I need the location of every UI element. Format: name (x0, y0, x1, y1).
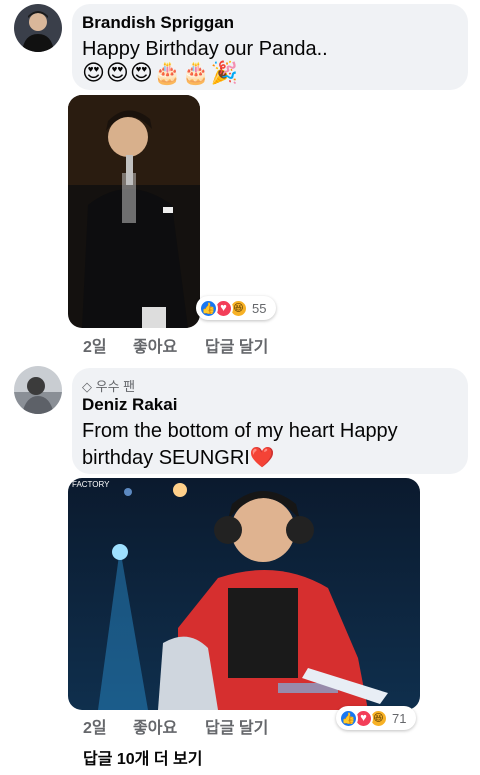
diamond-icon: ◇ (82, 379, 92, 394)
comment-text-line1: From the bottom of my heart Happy (82, 420, 398, 442)
comment-actions: 2일 좋아요 답글 달기 (83, 333, 343, 356)
comment-actions: 2일 좋아요 답글 달기 (83, 714, 343, 737)
avatar-brandish[interactable] (14, 4, 62, 52)
photo-watermark: FACTORY (72, 480, 110, 489)
heart-emoji: ❤️ (249, 447, 275, 469)
reaction-summary[interactable]: 👍 ♥ 😆 71 (336, 706, 416, 730)
comment-author[interactable]: Brandish Spriggan (82, 13, 234, 33)
comment-photo[interactable]: FACTORY (68, 478, 420, 710)
comment-author[interactable]: Deniz Rakai (82, 395, 177, 415)
reaction-count: 71 (392, 710, 407, 726)
comment-text: From the bottom of my heart Happy birthd… (82, 418, 462, 472)
comment-text: Happy Birthday our Panda.. (82, 38, 328, 60)
comment-emojis: 😍😍😍🎂🎂🎉 (82, 60, 239, 85)
badge-label: 우수 팬 (95, 379, 136, 394)
reaction-count: 55 (252, 300, 267, 316)
like-button[interactable]: 좋아요 (133, 714, 177, 738)
like-icon: 👍 (339, 708, 358, 728)
comment-text-line2: birthday SEUNGRI (82, 447, 250, 469)
reaction-summary[interactable]: 👍 ♥ 😆 55 (196, 296, 276, 320)
comment-bubble: Brandish Spriggan Happy Birthday our Pan… (72, 4, 468, 90)
like-icon: 👍 (199, 298, 218, 318)
comment-photo[interactable] (68, 95, 200, 328)
timestamp[interactable]: 2일 (83, 714, 107, 738)
timestamp[interactable]: 2일 (83, 333, 107, 357)
view-more-replies-link[interactable]: 답글 10개 더 보기 (83, 745, 202, 769)
reply-button[interactable]: 답글 달기 (205, 333, 268, 357)
top-fan-badge: ◇ 우수 팬 (82, 376, 135, 395)
comment-bubble: ◇ 우수 팬 Deniz Rakai From the bottom of my… (72, 368, 468, 474)
reply-button[interactable]: 답글 달기 (205, 714, 268, 738)
avatar-deniz[interactable] (14, 366, 62, 414)
like-button[interactable]: 좋아요 (133, 333, 177, 357)
